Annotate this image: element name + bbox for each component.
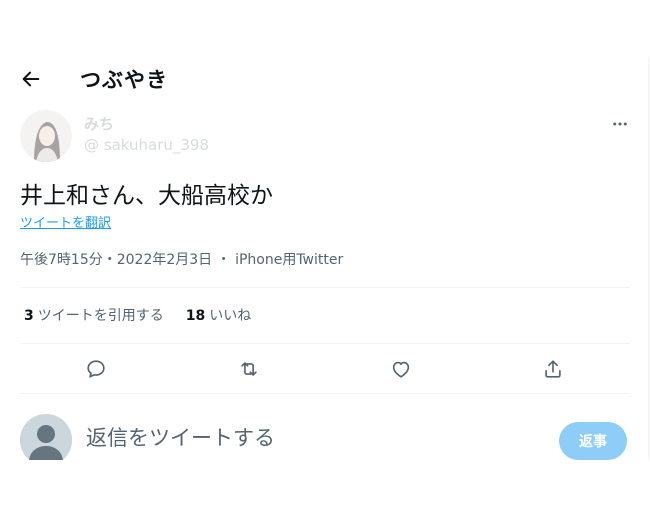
likes-label: いいね	[209, 308, 252, 324]
reply-input[interactable]	[86, 426, 526, 450]
divider	[20, 393, 630, 394]
tweet-text: 井上和さん、大船高校か	[20, 183, 273, 209]
author-handle[interactable]: @ sakuharu_398	[84, 136, 209, 154]
share-icon	[545, 360, 561, 378]
author-avatar[interactable]	[20, 110, 72, 162]
like-icon	[392, 361, 410, 378]
more-options-button[interactable]	[608, 112, 632, 136]
author-photo	[20, 110, 72, 162]
translate-tweet-link[interactable]: ツイートを翻訳	[20, 212, 111, 231]
share-button[interactable]	[540, 356, 566, 382]
retweet-button[interactable]	[236, 356, 262, 382]
tweet-timestamp-source[interactable]: 午後7時15分・2022年2月3日 ・ iPhone用Twitter	[20, 249, 343, 269]
page-title: つぶやき	[80, 68, 168, 92]
tweet-detail-view: つぶやき みち @ sakuharu_398 井上和さん、大船高校か ツイートを…	[0, 0, 648, 460]
likes-count: 18	[185, 308, 206, 324]
reply-icon	[87, 360, 105, 378]
reply-submit-button[interactable]: 返事	[559, 422, 627, 460]
back-button[interactable]	[20, 68, 42, 90]
quote-tweets-count: 3	[24, 308, 34, 324]
reply-button[interactable]	[83, 356, 109, 382]
engagement-stats: 3 ツイートを引用する 18 いいね	[24, 305, 251, 325]
like-button[interactable]	[388, 356, 414, 382]
quote-tweets-label: ツイートを引用する	[37, 308, 164, 324]
retweet-icon	[241, 362, 257, 376]
divider	[20, 287, 630, 288]
author-display-name[interactable]: みち	[84, 113, 114, 134]
divider	[20, 343, 630, 344]
arrow-left-icon	[22, 71, 40, 87]
default-avatar-icon	[20, 414, 72, 460]
user-avatar[interactable]	[20, 414, 72, 460]
ellipsis-icon	[613, 122, 627, 126]
likes-stat[interactable]: 18 いいね	[186, 305, 251, 325]
quote-tweets-stat[interactable]: 3 ツイートを引用する	[24, 305, 164, 325]
column-border	[648, 58, 649, 460]
